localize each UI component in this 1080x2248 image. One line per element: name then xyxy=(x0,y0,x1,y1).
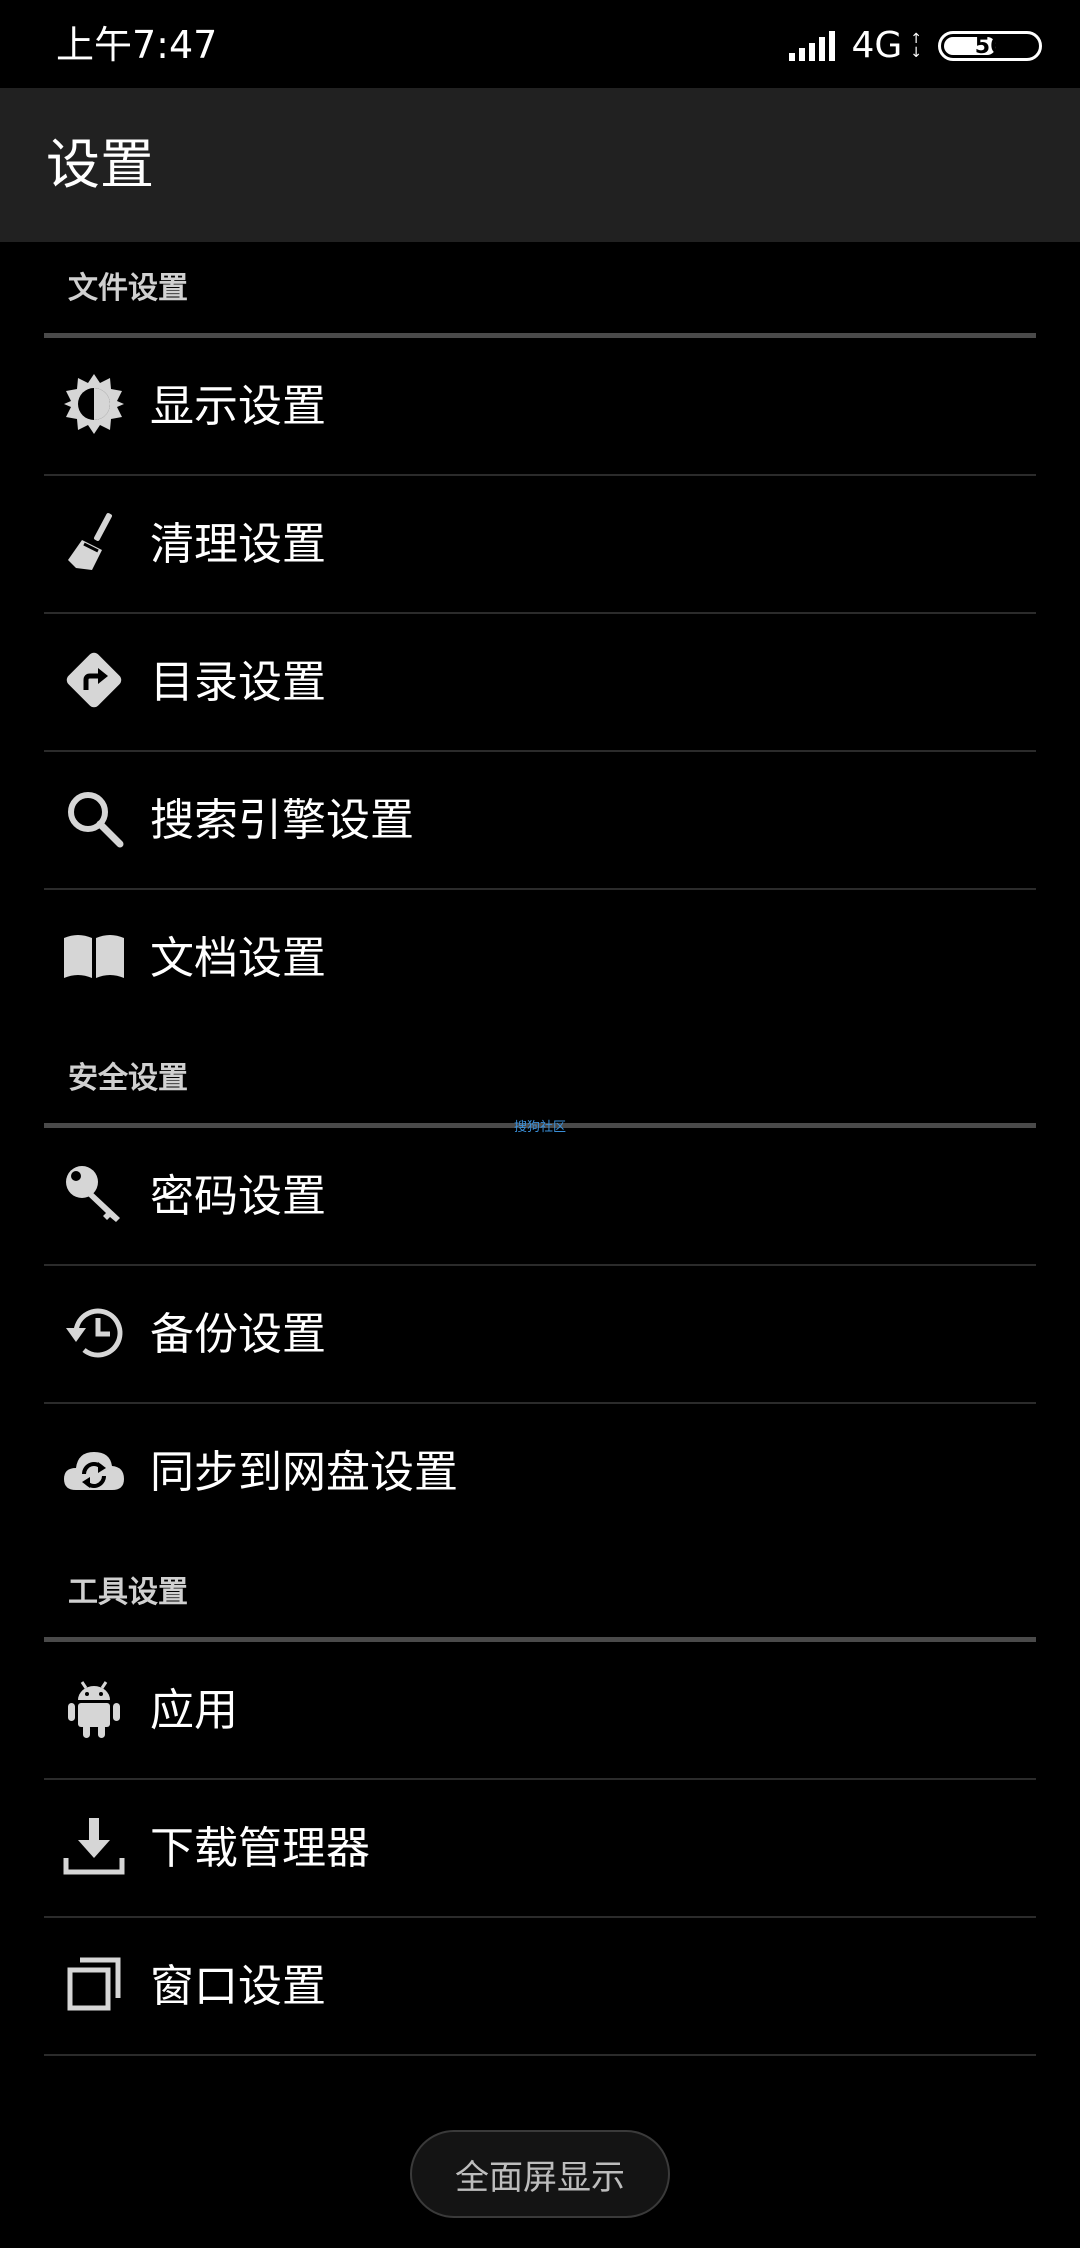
settings-item-password[interactable]: 密码设置 xyxy=(44,1128,1036,1266)
page-title: 设置 xyxy=(46,133,154,196)
settings-item-search-engine[interactable]: 搜索引擎设置 xyxy=(44,752,1036,890)
status-bar: 上午7:47 4G ↑ ↓ 56 xyxy=(0,0,1080,88)
settings-item-window[interactable]: 窗口设置 xyxy=(44,1918,1036,2056)
app-bar: 设置 xyxy=(0,88,1080,242)
settings-item-cloud-sync[interactable]: 同步到网盘设置 xyxy=(44,1404,1036,1542)
network-type: 4G xyxy=(851,25,903,66)
windows-icon xyxy=(62,1952,126,2016)
settings-item-directory[interactable]: 目录设置 xyxy=(44,614,1036,752)
settings-item-label: 窗口设置 xyxy=(150,1961,326,2012)
data-arrows-icon: ↑ ↓ xyxy=(910,31,922,61)
section-header-label: 文件设置 xyxy=(68,271,188,306)
settings-item-label: 密码设置 xyxy=(150,1171,326,1222)
settings-item-label: 备份设置 xyxy=(150,1309,326,1360)
brightness-icon xyxy=(62,372,126,436)
battery-level: 56 xyxy=(974,33,1006,59)
settings-item-label: 显示设置 xyxy=(150,381,326,432)
settings-item-label: 同步到网盘设置 xyxy=(150,1447,458,1498)
settings-item-cleanup[interactable]: 清理设置 xyxy=(44,476,1036,614)
battery-icon: 56 xyxy=(938,31,1042,61)
status-time: 上午7:47 xyxy=(56,23,218,67)
settings-item-apps[interactable]: 应用 xyxy=(44,1642,1036,1780)
download-icon xyxy=(62,1814,126,1878)
settings-item-display[interactable]: 显示设置 xyxy=(44,338,1036,476)
android-icon xyxy=(62,1676,126,1740)
history-icon xyxy=(62,1300,126,1364)
cloud-sync-icon xyxy=(62,1438,126,1502)
section-header-tools: 工具设置 xyxy=(44,1546,1036,1642)
section-header-label: 安全设置 xyxy=(68,1061,188,1096)
status-icons: 4G ↑ ↓ 56 xyxy=(789,24,1042,68)
broom-icon xyxy=(62,510,126,574)
book-icon xyxy=(62,924,126,988)
settings-item-label: 清理设置 xyxy=(150,519,326,570)
section-header-file: 文件设置 xyxy=(44,242,1036,338)
settings-item-label: 目录设置 xyxy=(150,657,326,708)
settings-item-label: 下载管理器 xyxy=(150,1823,370,1874)
settings-item-label: 搜索引擎设置 xyxy=(150,795,414,846)
signal-icon xyxy=(789,31,836,61)
section-header-security: 安全设置 xyxy=(44,1032,1036,1128)
fullscreen-display-button[interactable]: 全面屏显示 xyxy=(410,2130,670,2218)
section-header-label: 工具设置 xyxy=(68,1575,188,1610)
key-icon xyxy=(62,1162,126,1226)
settings-item-document[interactable]: 文档设置 xyxy=(44,890,1036,1028)
directions-icon xyxy=(62,648,126,712)
settings-item-backup[interactable]: 备份设置 xyxy=(44,1266,1036,1404)
settings-item-label: 应用 xyxy=(150,1685,238,1736)
search-icon xyxy=(62,786,126,850)
settings-item-download-manager[interactable]: 下载管理器 xyxy=(44,1780,1036,1918)
settings-item-label: 文档设置 xyxy=(150,933,326,984)
watermark: 搜狗社区 xyxy=(513,1120,566,1135)
